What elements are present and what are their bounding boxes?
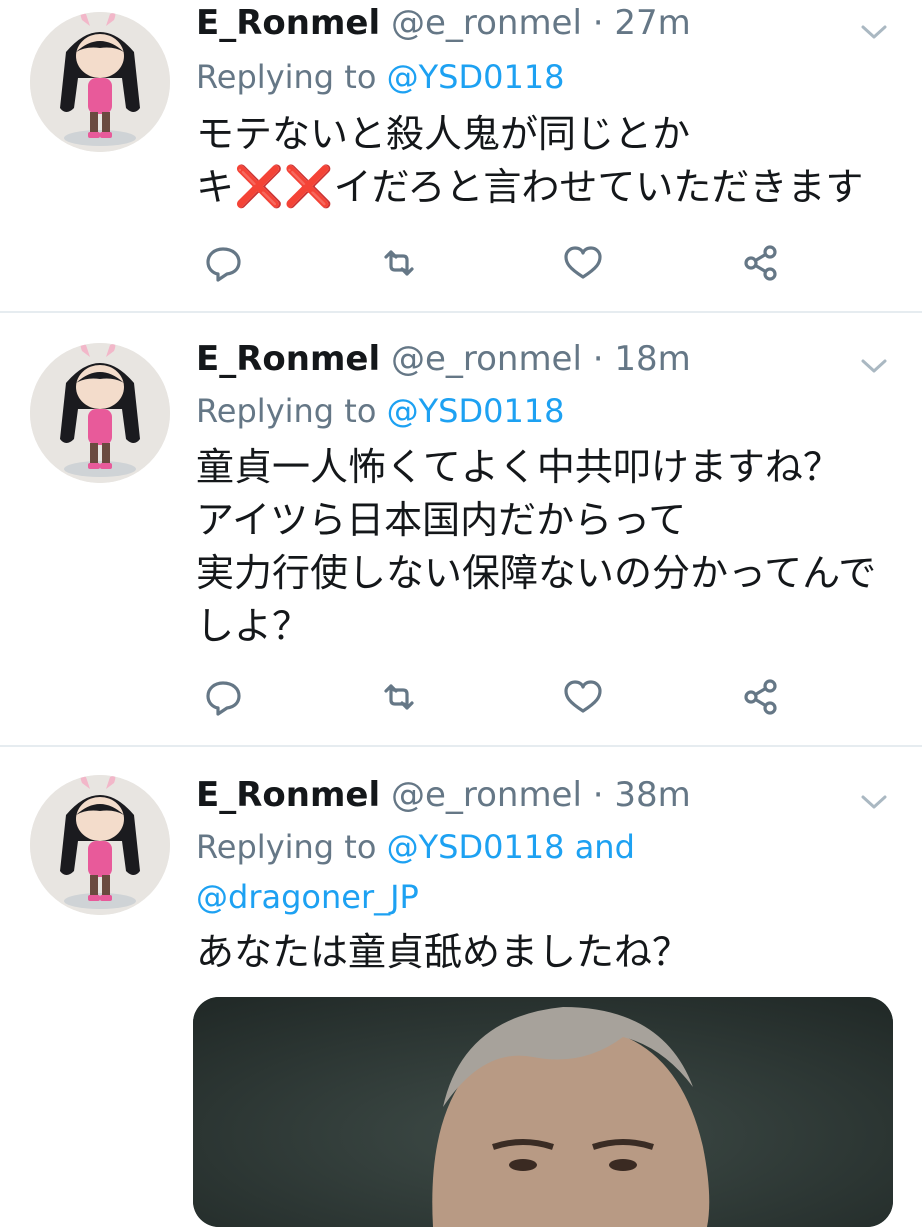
tweet-header: E_Ronmel @e_ronmel · 18m [196,338,691,380]
mention-link[interactable]: @YSD0118 [387,58,565,96]
action-bar [196,238,796,288]
action-bar [196,672,796,722]
tweet-text: モテないと殺人鬼が同じとか キ❌❌イだろと言わせていただきます [196,108,863,214]
chevron-down-icon[interactable] [856,14,892,50]
mention-link[interactable]: @YSD0118 [387,828,565,866]
tweet-text-line: アイツら日本国内だからって [196,498,687,542]
replying-to: Replying to @YSD0118 [196,390,565,432]
tweet-header: E_Ronmel @e_ronmel · 27m [196,2,691,44]
replying-to: Replying to @YSD0118 [196,56,565,98]
handle[interactable]: @e_ronmel [391,3,582,43]
like-icon[interactable] [558,672,608,722]
attached-photo[interactable] [193,997,893,1227]
tweet-text: 童貞一人怖くてよく中共叩けますね？ アイツら日本国内だからって 実力行使しない保… [196,441,876,653]
divider [0,311,922,313]
retweet-icon[interactable] [374,672,424,722]
avatar[interactable] [30,775,170,915]
chevron-down-icon[interactable] [856,784,892,820]
and-word: and [574,828,635,866]
avatar[interactable] [30,343,170,483]
reply-icon[interactable] [198,672,248,722]
timestamp[interactable]: 38m [614,775,690,815]
handle[interactable]: @e_ronmel [391,339,582,379]
replying-to-cont: @dragoner_JP [196,876,419,918]
mention-link[interactable]: @YSD0118 [387,392,565,430]
divider [0,745,922,747]
replying-label: Replying to [196,828,377,866]
timestamp[interactable]: 18m [614,339,690,379]
separator: · [592,775,604,815]
display-name[interactable]: E_Ronmel [196,3,380,43]
chevron-down-icon[interactable] [856,348,892,384]
text-fragment: キ [196,165,235,209]
handle[interactable]: @e_ronmel [391,775,582,815]
separator: · [592,339,604,379]
retweet-icon[interactable] [374,238,424,288]
replying-label: Replying to [196,58,377,96]
like-icon[interactable] [558,238,608,288]
tweet-text-line: モテないと殺人鬼が同じとか [196,112,691,156]
display-name[interactable]: E_Ronmel [196,339,380,379]
share-icon[interactable] [736,238,786,288]
avatar[interactable] [30,12,170,152]
tweet-text-line: 童貞一人怖くてよく中共叩けますね？ [196,445,841,489]
reply-icon[interactable] [198,238,248,288]
text-fragment: イだろと言わせていただきます [333,165,864,209]
replying-label: Replying to [196,392,377,430]
separator: · [592,3,604,43]
replying-to: Replying to @YSD0118 and [196,826,635,868]
tweet-text-line: しよ？ [196,604,311,648]
cross-mark-emoji: ❌❌ [234,164,334,210]
mention-link[interactable]: @dragoner_JP [196,878,419,916]
tweet-text-line: あなたは童貞舐めましたね？ [196,930,691,974]
display-name[interactable]: E_Ronmel [196,775,380,815]
tweet-header: E_Ronmel @e_ronmel · 38m [196,774,691,816]
share-icon[interactable] [736,672,786,722]
tweet-text-line: キ❌❌イだろと言わせていただきます [196,161,863,214]
timestamp[interactable]: 27m [614,3,690,43]
tweet-text: あなたは童貞舐めましたね？ [196,926,690,979]
tweet-text-line: 実力行使しない保障ないの分かってんで [196,551,877,595]
